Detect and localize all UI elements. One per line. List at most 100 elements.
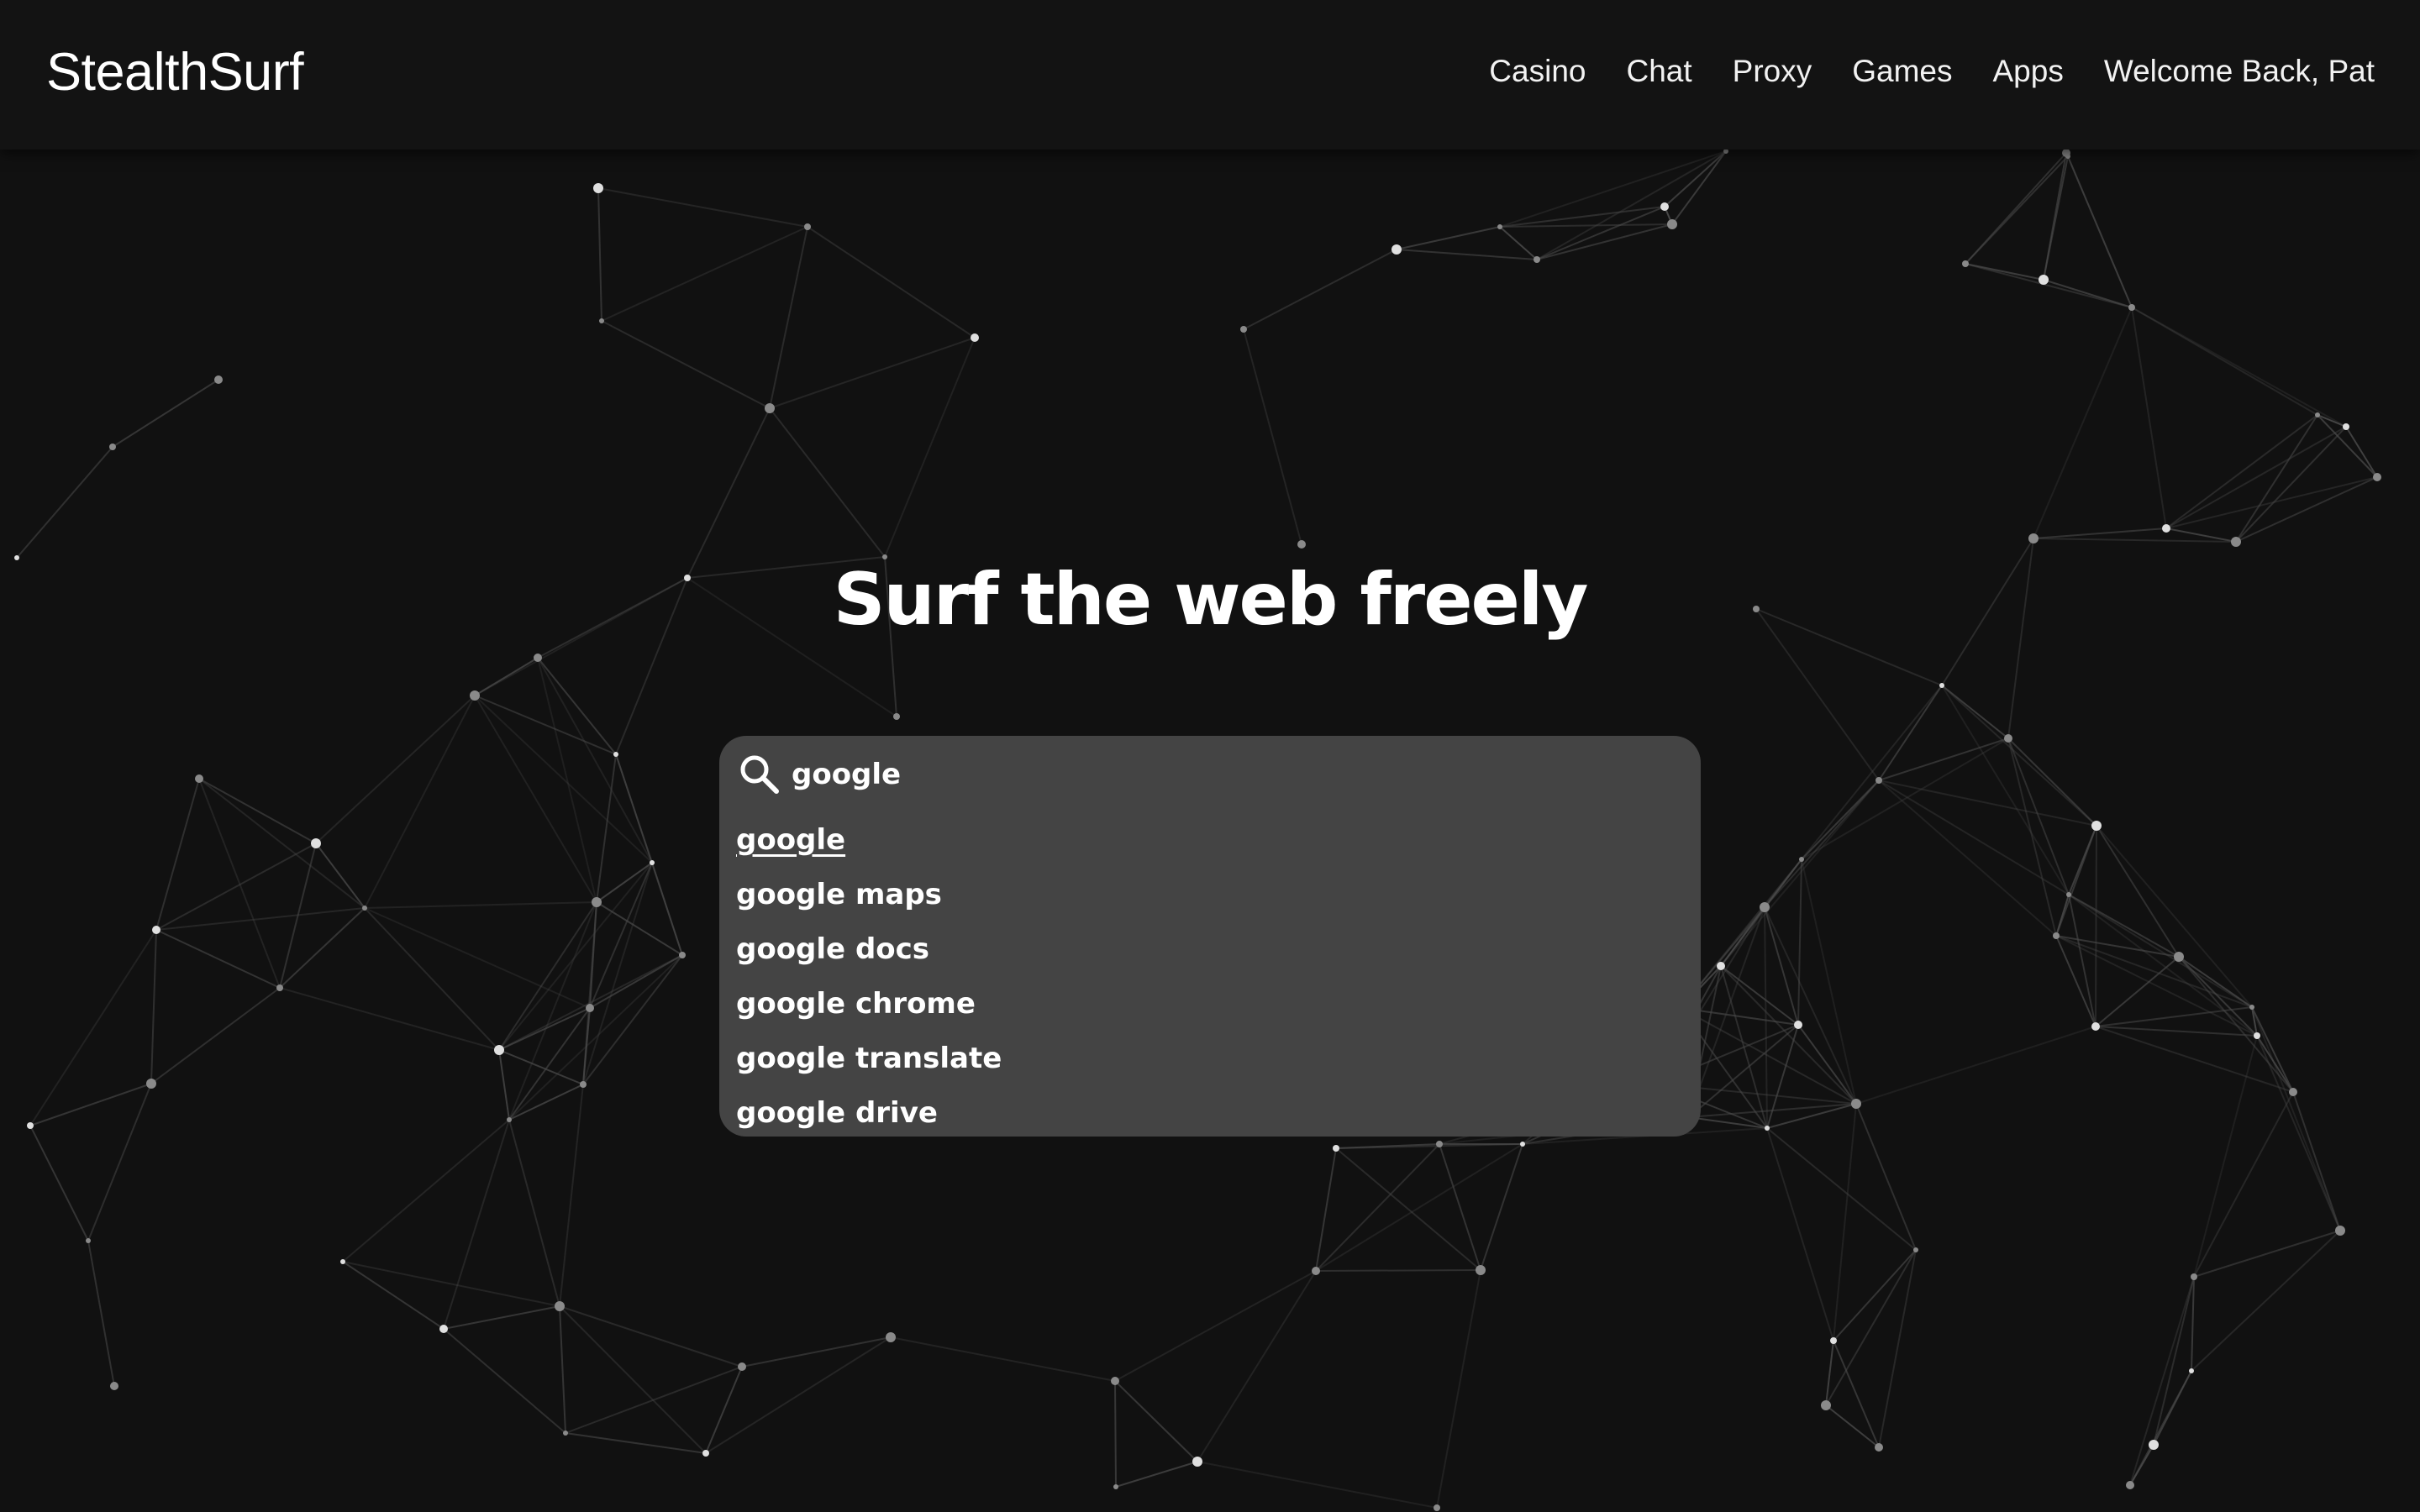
nav-link-casino[interactable]: Casino <box>1489 54 1586 89</box>
network-line <box>2007 738 2070 895</box>
network-line <box>1965 263 2133 308</box>
network-node <box>2289 1088 2297 1096</box>
network-node <box>1497 224 1502 229</box>
network-line <box>150 929 157 1084</box>
suggestion-item[interactable]: google maps <box>736 871 1002 926</box>
nav-link-account[interactable]: Welcome Back, Pat <box>2104 54 2375 89</box>
network-node <box>1192 1457 1202 1467</box>
network-line <box>508 1084 584 1121</box>
network-line <box>87 1083 152 1242</box>
network-line <box>498 1049 584 1085</box>
network-line <box>1764 906 1857 1105</box>
network-line <box>155 907 366 931</box>
network-line <box>2165 528 2237 543</box>
network-line <box>1878 780 2057 937</box>
network-node <box>2249 1005 2254 1010</box>
network-line <box>1114 1270 1317 1382</box>
network-node <box>1111 1377 1119 1385</box>
network-line <box>1480 1143 1523 1271</box>
network-line <box>498 862 653 1051</box>
network-node <box>1312 1267 1320 1275</box>
network-node <box>1821 1400 1831 1410</box>
network-node <box>2128 304 2135 311</box>
network-node <box>613 752 618 757</box>
suggestion-item[interactable]: google docs <box>736 926 1002 980</box>
network-line <box>2043 279 2133 308</box>
network-line <box>559 1084 584 1307</box>
network-line <box>651 862 683 956</box>
network-node <box>1333 1145 1339 1152</box>
network-node <box>1534 256 1540 263</box>
network-line <box>1499 226 1538 260</box>
network-node <box>2039 275 2049 285</box>
network-node <box>2373 473 2381 481</box>
network-line <box>884 337 976 558</box>
search-input[interactable] <box>792 751 1665 798</box>
network-line <box>1396 226 1501 250</box>
nav-link-proxy[interactable]: Proxy <box>1733 54 1812 89</box>
network-line <box>1114 1380 1198 1462</box>
network-line <box>601 320 771 409</box>
network-node <box>1436 1141 1443 1147</box>
nav-link-apps[interactable]: Apps <box>1992 54 2063 89</box>
network-line <box>1833 1249 1917 1341</box>
network-line <box>1878 1249 1917 1448</box>
suggestion-item[interactable]: google chrome <box>736 980 1002 1035</box>
network-line <box>2055 935 2096 1027</box>
network-node <box>2149 1440 2159 1450</box>
network-line <box>601 226 808 322</box>
suggestion-item[interactable]: google <box>736 816 1002 871</box>
network-line <box>1797 858 1802 1026</box>
network-line <box>769 337 976 409</box>
network-line <box>1114 1380 1117 1488</box>
network-line <box>1825 1404 1880 1448</box>
network-line <box>474 695 617 755</box>
network-line <box>155 778 200 931</box>
network-line <box>474 695 653 864</box>
suggestion-item[interactable]: google drive <box>736 1089 1002 1144</box>
network-node <box>1476 1265 1486 1275</box>
network-line <box>1878 780 2097 827</box>
network-line <box>2317 414 2347 428</box>
network-node <box>738 1362 746 1371</box>
network-line <box>2033 307 2133 539</box>
network-line <box>2068 894 2096 1027</box>
network-line <box>2178 956 2294 1093</box>
network-line <box>769 226 808 409</box>
suggestion-item[interactable]: google translate <box>736 1035 1002 1089</box>
nav-link-chat[interactable]: Chat <box>1626 54 1691 89</box>
network-node <box>1765 1126 1770 1131</box>
network-line <box>2191 1276 2195 1372</box>
network-line <box>2292 1091 2341 1231</box>
network-line <box>1315 1269 1481 1272</box>
network-line <box>474 695 597 903</box>
brand-logo[interactable]: StealthSurf <box>46 42 304 102</box>
network-line <box>1855 1103 1917 1251</box>
network-line <box>2007 738 2097 827</box>
network-line <box>1671 150 1727 225</box>
search-icon <box>740 755 779 794</box>
network-line <box>443 1119 510 1330</box>
network-line <box>597 187 602 322</box>
network-node <box>2189 1368 2194 1373</box>
network-node <box>1876 777 1882 784</box>
network-node <box>507 1117 512 1122</box>
network-node <box>1939 683 1944 688</box>
nav-link-games[interactable]: Games <box>1852 54 1952 89</box>
network-line <box>2191 1230 2341 1372</box>
network-line <box>890 1336 1116 1382</box>
network-node <box>340 1259 345 1264</box>
network-line <box>1335 1147 1481 1271</box>
network-line <box>112 379 219 448</box>
network-line <box>87 1240 115 1387</box>
network-line <box>29 1083 152 1126</box>
network-node <box>1717 962 1725 970</box>
network-node <box>195 774 203 783</box>
network-line <box>2165 414 2318 529</box>
network-node <box>2231 537 2241 547</box>
network-line <box>1941 685 2070 895</box>
network-line <box>1878 685 1943 781</box>
network-line <box>443 1305 560 1330</box>
network-line <box>705 1336 892 1454</box>
network-node <box>1667 219 1677 229</box>
